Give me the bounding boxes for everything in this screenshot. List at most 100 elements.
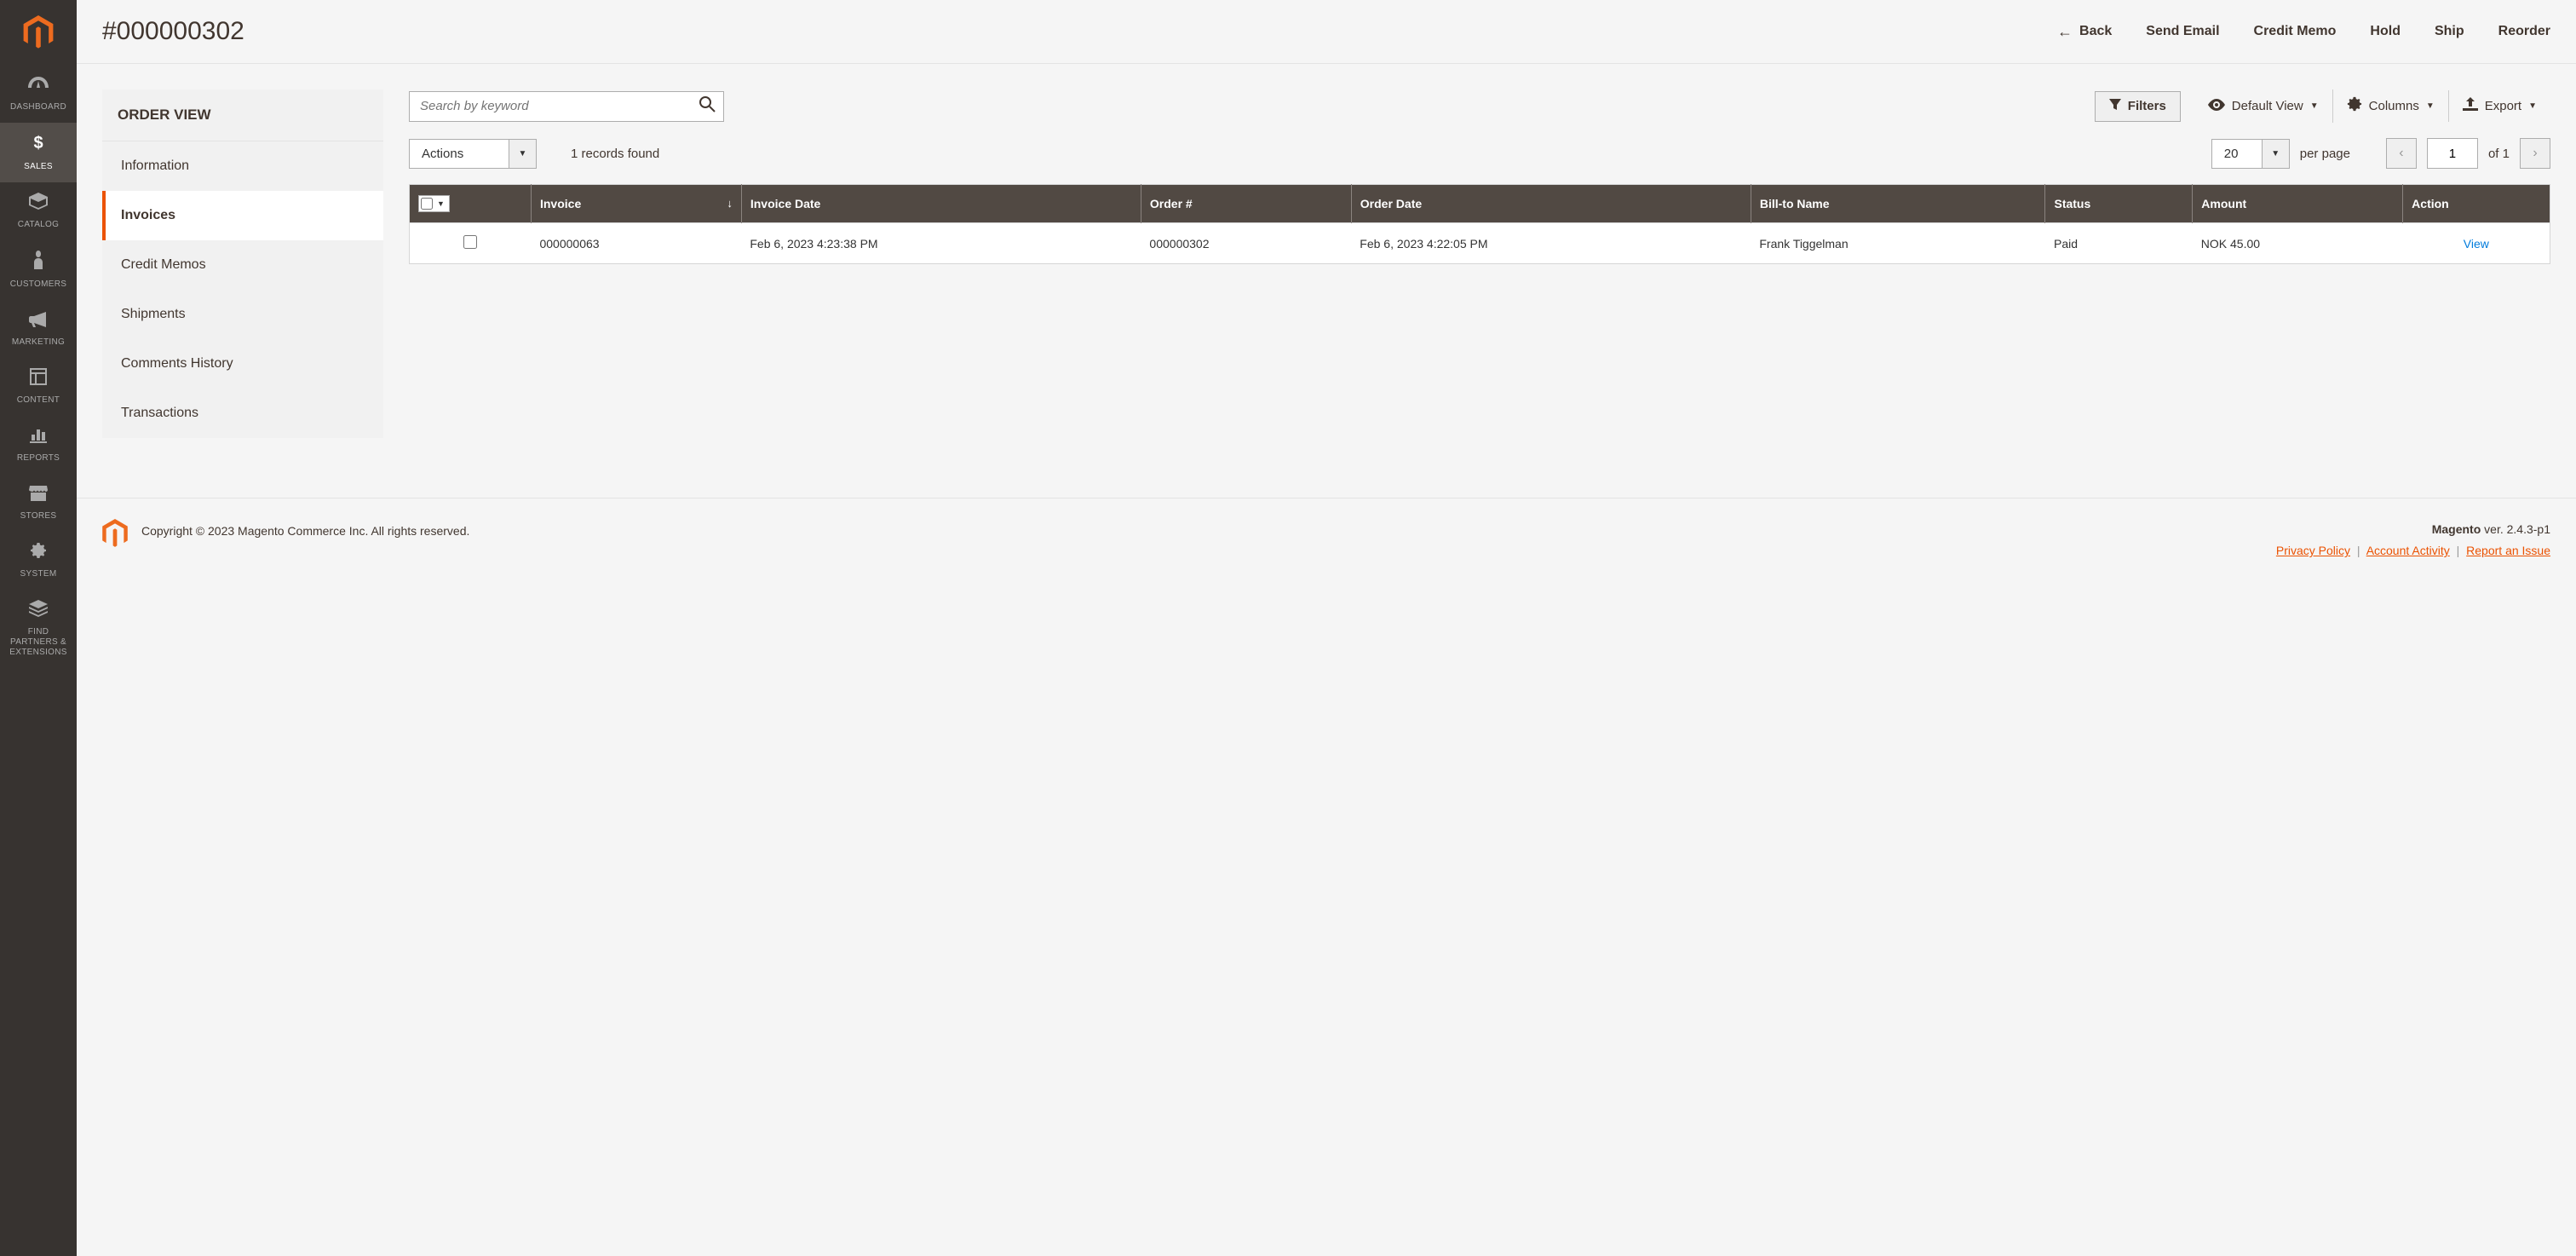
sidebar-item-partners[interactable]: FIND PARTNERS & EXTENSIONS	[0, 590, 77, 668]
person-icon	[32, 251, 44, 274]
caret-down-icon[interactable]: ▼	[509, 139, 537, 169]
search-icon[interactable]	[699, 95, 716, 118]
arrow-left-icon: ←	[2057, 23, 2073, 41]
th-invoice-date[interactable]: Invoice Date	[741, 185, 1141, 223]
cell-status: Paid	[2045, 223, 2193, 264]
sidebar-item-sales[interactable]: $ SALES	[0, 123, 77, 182]
mass-actions-select[interactable]: Actions ▼	[409, 139, 537, 169]
report-issue-link[interactable]: Report an Issue	[2466, 544, 2550, 557]
gear-icon	[2347, 96, 2362, 116]
table-row[interactable]: 000000063 Feb 6, 2023 4:23:38 PM 0000003…	[410, 223, 2550, 264]
tab-credit-memos[interactable]: Credit Memos	[102, 240, 383, 290]
th-action: Action	[2403, 185, 2550, 223]
search-input[interactable]	[409, 91, 724, 122]
dollar-icon: $	[32, 133, 44, 157]
sidebar-item-stores[interactable]: STORES	[0, 474, 77, 532]
row-checkbox[interactable]	[463, 235, 477, 249]
view-link[interactable]: View	[2464, 237, 2489, 251]
caret-down-icon: ▼	[2426, 101, 2435, 111]
grid-toolbar-bottom: Actions ▼ 1 records found 20 ▼ per page …	[409, 138, 2550, 169]
th-order-date[interactable]: Order Date	[1351, 185, 1751, 223]
default-view-button[interactable]: Default View ▼	[2194, 90, 2332, 122]
tab-invoices[interactable]: Invoices	[102, 191, 383, 240]
box-icon	[29, 193, 48, 215]
copyright: Copyright © 2023 Magento Commerce Inc. A…	[141, 519, 469, 538]
filters-button[interactable]: Filters	[2095, 91, 2181, 122]
sidebar-label: MARKETING	[12, 337, 65, 348]
ship-button[interactable]: Ship	[2435, 23, 2464, 41]
tab-transactions[interactable]: Transactions	[102, 389, 383, 438]
sidebar-item-catalog[interactable]: CATALOG	[0, 182, 77, 240]
store-icon	[29, 484, 48, 506]
search-wrap	[409, 91, 724, 122]
page-of-label: of 1	[2488, 147, 2510, 161]
gear-icon	[30, 542, 47, 564]
hold-button[interactable]: Hold	[2370, 23, 2401, 41]
select-all-checkbox[interactable]	[421, 198, 433, 210]
sidebar-item-system[interactable]: SYSTEM	[0, 532, 77, 590]
chevron-right-icon: ›	[2533, 146, 2537, 161]
page-footer: Copyright © 2023 Magento Commerce Inc. A…	[77, 498, 2576, 582]
sidebar-item-customers[interactable]: CUSTOMERS	[0, 240, 77, 300]
order-view-tabs: Information Invoices Credit Memos Shipme…	[102, 141, 383, 438]
sidebar-label: CATALOG	[18, 220, 59, 230]
page-title: #000000302	[102, 17, 244, 46]
sidebar-item-dashboard[interactable]: DASHBOARD	[0, 65, 77, 123]
sidebar-label: SYSTEM	[20, 569, 57, 579]
records-found: 1 records found	[571, 147, 659, 161]
megaphone-icon	[29, 310, 48, 332]
cell-invoice: 000000063	[531, 223, 741, 264]
sidebar-item-reports[interactable]: REPORTS	[0, 416, 77, 474]
per-page-select[interactable]: 20 ▼	[2211, 139, 2290, 169]
back-button[interactable]: ← Back	[2057, 23, 2112, 41]
reorder-button[interactable]: Reorder	[2498, 23, 2550, 41]
sidebar-label: SALES	[24, 162, 53, 172]
page-header: #000000302 ← Back Send Email Credit Memo…	[77, 0, 2576, 64]
th-bill-to[interactable]: Bill-to Name	[1751, 185, 2045, 223]
sidebar-label: STORES	[20, 511, 57, 521]
th-amount[interactable]: Amount	[2193, 185, 2403, 223]
tab-comments-history[interactable]: Comments History	[102, 339, 383, 389]
th-invoice[interactable]: Invoice ↓	[531, 185, 741, 223]
funnel-icon	[2109, 99, 2121, 114]
page-input[interactable]	[2427, 138, 2478, 169]
sidebar-label: CUSTOMERS	[10, 279, 66, 290]
caret-down-icon[interactable]: ▼	[2263, 139, 2290, 169]
cell-order-num: 000000302	[1141, 223, 1351, 264]
order-view-title: ORDER VIEW	[102, 89, 383, 141]
sidebar-label: FIND PARTNERS & EXTENSIONS	[3, 627, 73, 658]
svg-text:$: $	[33, 134, 43, 152]
bar-chart-icon	[30, 426, 47, 448]
magento-logo[interactable]	[0, 0, 77, 65]
caret-down-icon[interactable]: ▼	[434, 199, 447, 208]
magento-logo-footer	[102, 519, 128, 550]
export-button[interactable]: Export ▼	[2448, 90, 2550, 122]
sidebar-label: DASHBOARD	[10, 102, 66, 112]
cell-order-date: Feb 6, 2023 4:22:05 PM	[1351, 223, 1751, 264]
columns-button[interactable]: Columns ▼	[2332, 89, 2448, 123]
order-view-panel: ORDER VIEW Information Invoices Credit M…	[102, 89, 383, 438]
admin-sidebar: DASHBOARD $ SALES CATALOG CUSTOMERS MARK…	[0, 0, 77, 1256]
caret-down-icon: ▼	[2528, 101, 2537, 111]
dashboard-icon	[28, 75, 49, 97]
pager: 20 ▼ per page ‹ of 1 ›	[2211, 138, 2550, 169]
th-order-num[interactable]: Order #	[1141, 185, 1351, 223]
credit-memo-button[interactable]: Credit Memo	[2254, 23, 2337, 41]
sidebar-item-marketing[interactable]: MARKETING	[0, 300, 77, 358]
sidebar-item-content[interactable]: CONTENT	[0, 358, 77, 416]
chevron-left-icon: ‹	[2399, 146, 2403, 161]
next-page-button[interactable]: ›	[2520, 138, 2550, 169]
th-status[interactable]: Status	[2045, 185, 2193, 223]
prev-page-button[interactable]: ‹	[2386, 138, 2417, 169]
account-activity-link[interactable]: Account Activity	[2366, 544, 2450, 557]
tab-information[interactable]: Information	[102, 141, 383, 191]
back-label: Back	[2079, 24, 2112, 39]
sidebar-label: REPORTS	[17, 453, 60, 464]
th-select-all[interactable]: ▼	[410, 185, 532, 223]
cell-amount: NOK 45.00	[2193, 223, 2403, 264]
per-page-label: per page	[2300, 147, 2350, 161]
sidebar-label: CONTENT	[17, 395, 60, 406]
send-email-button[interactable]: Send Email	[2146, 23, 2219, 41]
tab-shipments[interactable]: Shipments	[102, 290, 383, 339]
privacy-link[interactable]: Privacy Policy	[2276, 544, 2350, 557]
